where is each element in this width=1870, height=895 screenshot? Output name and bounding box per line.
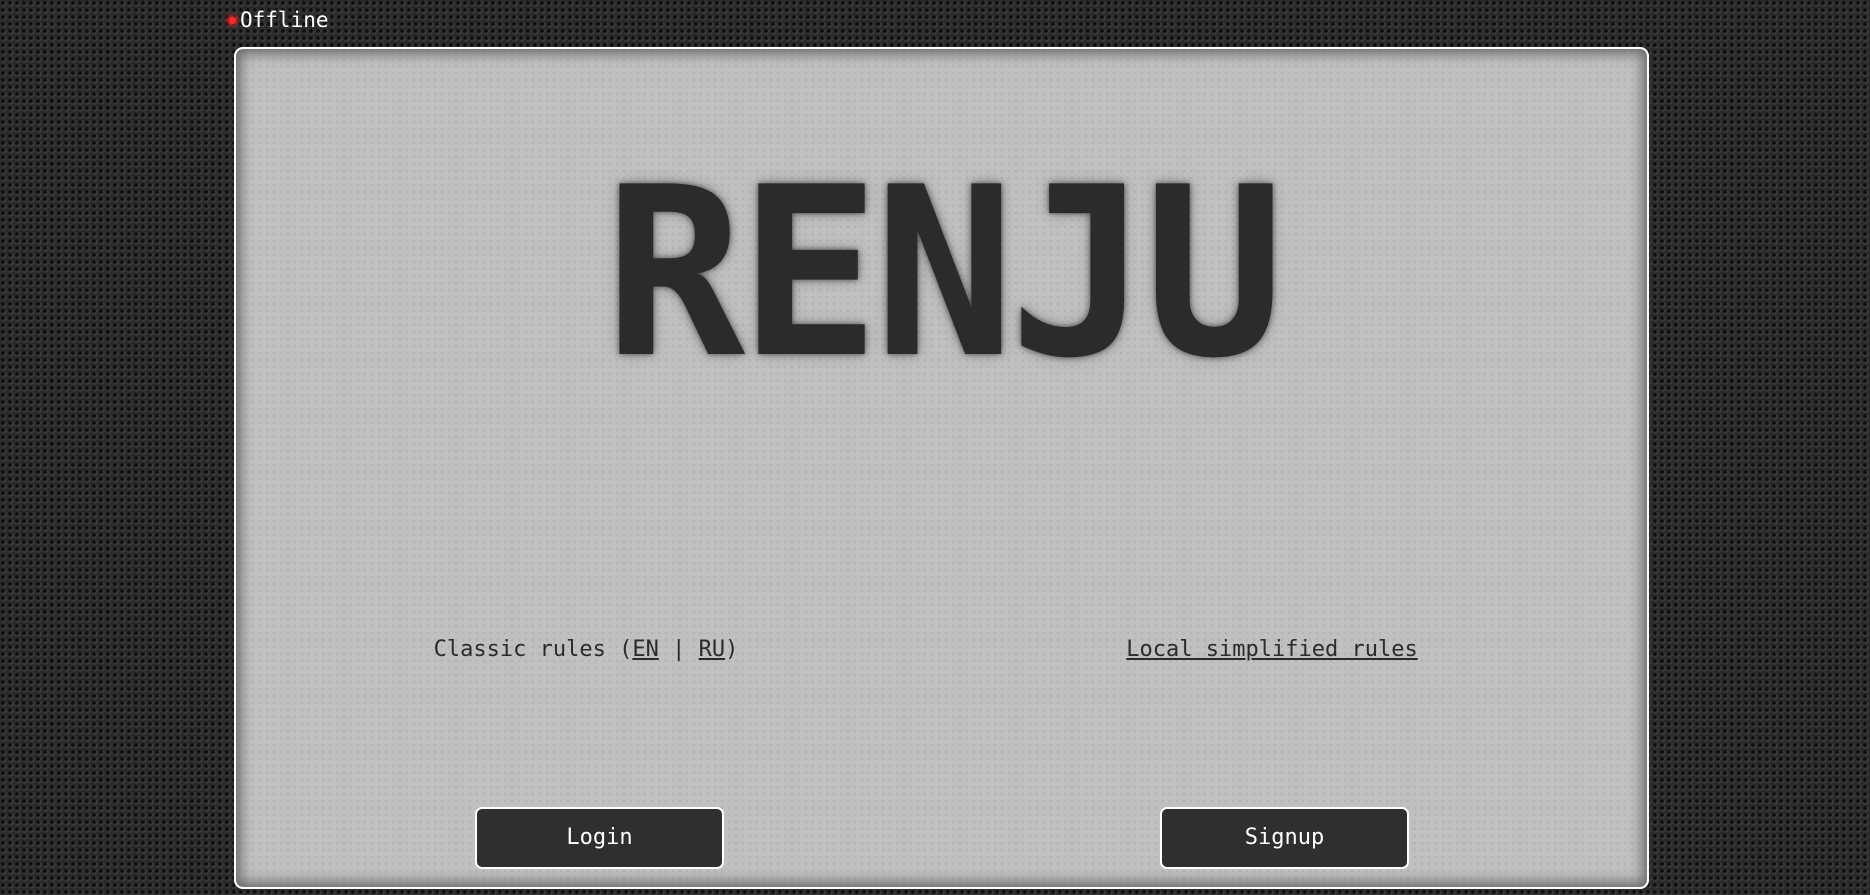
local-simplified-rules-link[interactable]: Local simplified rules [1126, 637, 1417, 662]
classic-rules-en-link[interactable]: EN [632, 637, 659, 662]
game-title: RENJU [604, 138, 1284, 410]
classic-rules: Classic rules (EN | RU) [236, 636, 936, 664]
classic-rules-prefix: Classic rules ( [433, 637, 633, 662]
connection-status: Offline [229, 8, 329, 32]
status-label: Offline [240, 8, 329, 32]
login-button[interactable]: Login [475, 807, 724, 869]
local-rules: Local simplified rules [922, 636, 1622, 664]
main-panel: RENJU Classic rules (EN | RU) Local simp… [234, 47, 1649, 889]
classic-rules-ru-link[interactable]: RU [699, 637, 726, 662]
classic-rules-suffix: ) [725, 637, 739, 662]
status-indicator-icon [229, 16, 236, 24]
classic-rules-separator: | [658, 637, 699, 662]
signup-button[interactable]: Signup [1160, 807, 1409, 869]
